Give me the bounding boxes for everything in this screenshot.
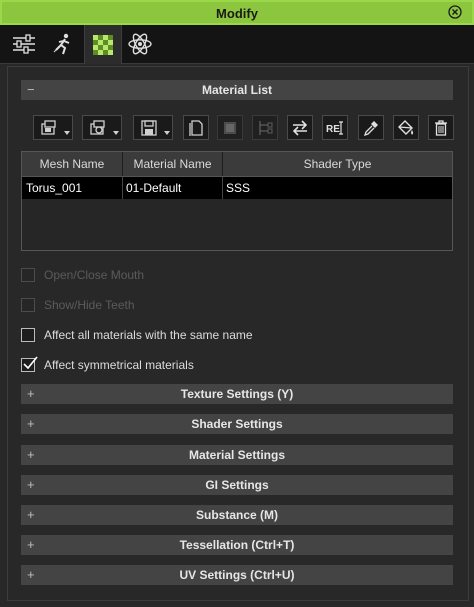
texture-settings-header[interactable]: + Texture Settings (Y) bbox=[21, 384, 453, 404]
table-row[interactable]: Torus_001 01-Default SSS bbox=[22, 177, 452, 199]
section-title: UV Settings (Ctrl+U) bbox=[179, 568, 295, 582]
rename-icon: RE bbox=[326, 120, 343, 135]
title-bar: Modify bbox=[0, 0, 474, 25]
dropdown-arrow-icon bbox=[113, 131, 119, 135]
close-icon[interactable] bbox=[448, 5, 462, 19]
section-title: Shader Settings bbox=[191, 417, 283, 431]
load-material-button[interactable] bbox=[33, 115, 73, 140]
substance-header[interactable]: + Substance (M) bbox=[21, 505, 453, 525]
section-title: Substance (M) bbox=[195, 508, 278, 522]
modify-sliders-tab[interactable] bbox=[6, 25, 42, 63]
hierarchy-button[interactable] bbox=[252, 115, 278, 140]
shader-type-cell: SSS bbox=[226, 181, 251, 195]
delete-button[interactable] bbox=[428, 115, 454, 140]
material-list-title: Material List bbox=[201, 83, 273, 97]
texture-editor-icon bbox=[224, 121, 236, 134]
hierarchy-icon bbox=[259, 120, 273, 135]
shader-settings-header[interactable]: + Shader Settings bbox=[21, 414, 453, 434]
svg-text:RE: RE bbox=[326, 124, 340, 135]
eyedropper-button[interactable] bbox=[358, 115, 384, 140]
material-name-cell: 01-Default bbox=[126, 181, 182, 195]
cell-divider bbox=[222, 177, 223, 199]
material-settings-header[interactable]: + Material Settings bbox=[21, 445, 453, 465]
window-title: Modify bbox=[216, 6, 258, 21]
affect-same-name-checkbox[interactable] bbox=[21, 328, 35, 342]
affect-symmetrical-label: Affect symmetrical materials bbox=[44, 358, 194, 372]
trash-icon bbox=[435, 119, 447, 136]
section-title: GI Settings bbox=[205, 478, 269, 492]
swap-icon bbox=[292, 119, 308, 136]
section-title: Material Settings bbox=[188, 448, 286, 462]
show-hide-teeth-label: Show/Hide Teeth bbox=[44, 298, 135, 312]
rename-button[interactable]: RE bbox=[322, 115, 348, 140]
tab-bar bbox=[0, 25, 474, 64]
duplicate-button[interactable] bbox=[183, 115, 209, 140]
open-close-mouth-label: Open/Close Mouth bbox=[44, 268, 145, 282]
dropdown-arrow-icon bbox=[64, 131, 70, 135]
tessellation-header[interactable]: + Tessellation (Ctrl+T) bbox=[21, 535, 453, 555]
uv-settings-header[interactable]: + UV Settings (Ctrl+U) bbox=[21, 565, 453, 585]
section-title: Texture Settings (Y) bbox=[180, 387, 294, 401]
mesh-name-cell: Torus_001 bbox=[26, 181, 83, 195]
column-header-material[interactable]: Material Name bbox=[123, 157, 222, 171]
load-material-icon bbox=[41, 119, 56, 135]
load-texture-button[interactable] bbox=[82, 115, 122, 140]
swap-button[interactable] bbox=[287, 115, 313, 140]
eyedropper-icon bbox=[363, 120, 378, 136]
duplicate-icon bbox=[189, 119, 203, 136]
atom-icon bbox=[128, 33, 152, 55]
section-title: Tessellation (Ctrl+T) bbox=[179, 538, 295, 552]
show-hide-teeth-checkbox[interactable] bbox=[21, 298, 35, 312]
gi-settings-header[interactable]: + GI Settings bbox=[21, 475, 453, 495]
motion-tab[interactable] bbox=[45, 25, 81, 63]
paint-bucket-button[interactable] bbox=[393, 115, 419, 140]
cell-divider bbox=[122, 177, 123, 199]
material-list-header[interactable]: − Material List bbox=[21, 80, 453, 100]
sliders-icon bbox=[13, 34, 35, 54]
save-material-button[interactable] bbox=[133, 115, 173, 140]
dropdown-arrow-icon bbox=[164, 131, 170, 135]
texture-editor-button[interactable] bbox=[217, 115, 243, 140]
material-table: Mesh Name Material Name Shader Type Toru… bbox=[21, 151, 453, 251]
column-header-mesh[interactable]: Mesh Name bbox=[22, 157, 122, 171]
affect-same-name-label: Affect all materials with the same name bbox=[44, 328, 253, 342]
checkmark-icon bbox=[23, 356, 38, 370]
open-close-mouth-checkbox[interactable] bbox=[21, 268, 35, 282]
running-figure-icon bbox=[53, 33, 70, 55]
physics-tab[interactable] bbox=[122, 25, 158, 63]
column-header-shader[interactable]: Shader Type bbox=[223, 157, 452, 171]
checker-material-icon bbox=[93, 34, 113, 55]
paint-bucket-icon bbox=[398, 119, 414, 135]
table-header: Mesh Name Material Name Shader Type bbox=[22, 152, 452, 177]
affect-symmetrical-checkbox[interactable] bbox=[21, 356, 38, 372]
material-tab[interactable] bbox=[84, 25, 122, 64]
save-material-icon bbox=[141, 119, 157, 136]
load-texture-icon bbox=[90, 119, 105, 135]
